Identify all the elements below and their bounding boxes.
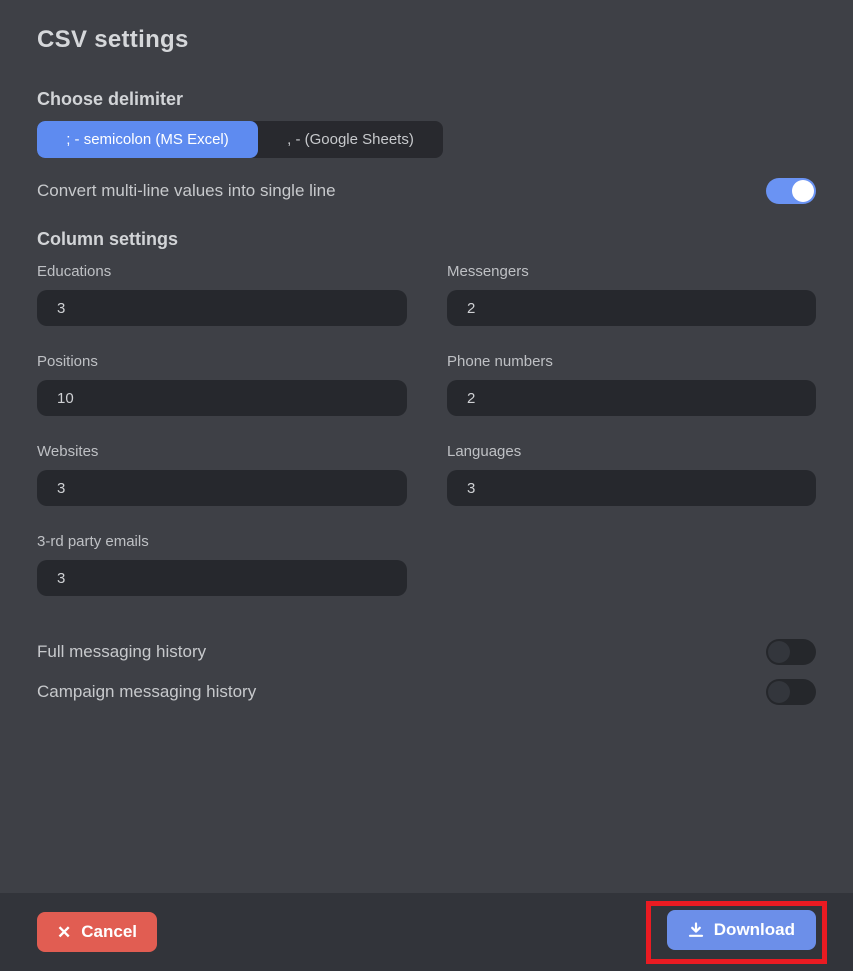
third-party-emails-label: 3-rd party emails bbox=[37, 533, 407, 550]
toggle-knob bbox=[768, 641, 790, 663]
csv-settings-dialog: CSV settings Choose delimiter ; - semico… bbox=[0, 0, 853, 712]
educations-input[interactable] bbox=[37, 290, 407, 326]
phone-numbers-label: Phone numbers bbox=[447, 353, 816, 370]
download-highlight-annotation: Download bbox=[646, 901, 827, 964]
languages-label: Languages bbox=[447, 443, 816, 460]
field-languages: Languages bbox=[447, 443, 816, 506]
history-toggles: Full messaging history Campaign messagin… bbox=[37, 632, 816, 712]
websites-input[interactable] bbox=[37, 470, 407, 506]
download-button[interactable]: Download bbox=[667, 910, 816, 950]
column-settings-heading: Column settings bbox=[37, 229, 816, 250]
convert-multiline-row: Convert multi-line values into single li… bbox=[37, 178, 816, 204]
third-party-emails-input[interactable] bbox=[37, 560, 407, 596]
full-messaging-history-toggle[interactable] bbox=[766, 639, 816, 665]
field-positions: Positions bbox=[37, 353, 407, 416]
dialog-title: CSV settings bbox=[37, 26, 816, 54]
field-phone-numbers: Phone numbers bbox=[447, 353, 816, 416]
toggle-knob bbox=[768, 681, 790, 703]
cancel-button[interactable]: ✕ Cancel bbox=[37, 912, 157, 952]
download-button-label: Download bbox=[714, 920, 795, 940]
campaign-messaging-history-row: Campaign messaging history bbox=[37, 672, 816, 712]
positions-label: Positions bbox=[37, 353, 407, 370]
educations-label: Educations bbox=[37, 263, 407, 280]
dialog-footer: ✕ Cancel Download bbox=[0, 893, 853, 971]
field-websites: Websites bbox=[37, 443, 407, 506]
positions-input[interactable] bbox=[37, 380, 407, 416]
field-third-party-emails: 3-rd party emails bbox=[37, 533, 407, 596]
convert-multiline-toggle[interactable] bbox=[766, 178, 816, 204]
phone-numbers-input[interactable] bbox=[447, 380, 816, 416]
websites-label: Websites bbox=[37, 443, 407, 460]
toggle-knob bbox=[792, 180, 814, 202]
convert-multiline-label: Convert multi-line values into single li… bbox=[37, 181, 336, 201]
full-messaging-history-row: Full messaging history bbox=[37, 632, 816, 672]
delimiter-segmented-control: ; - semicolon (MS Excel) , - (Google She… bbox=[37, 121, 443, 158]
messengers-input[interactable] bbox=[447, 290, 816, 326]
column-settings-grid: Educations Messengers Positions Phone nu… bbox=[37, 263, 816, 623]
languages-input[interactable] bbox=[447, 470, 816, 506]
cancel-button-label: Cancel bbox=[81, 922, 137, 942]
delimiter-option-semicolon[interactable]: ; - semicolon (MS Excel) bbox=[37, 121, 258, 158]
delimiter-heading: Choose delimiter bbox=[37, 89, 816, 110]
field-educations: Educations bbox=[37, 263, 407, 326]
download-icon bbox=[688, 922, 704, 938]
campaign-messaging-history-label: Campaign messaging history bbox=[37, 682, 256, 702]
field-messengers: Messengers bbox=[447, 263, 816, 326]
messengers-label: Messengers bbox=[447, 263, 816, 280]
grid-spacer bbox=[447, 533, 816, 623]
close-icon: ✕ bbox=[57, 924, 71, 941]
delimiter-option-comma[interactable]: , - (Google Sheets) bbox=[258, 121, 443, 158]
full-messaging-history-label: Full messaging history bbox=[37, 642, 206, 662]
campaign-messaging-history-toggle[interactable] bbox=[766, 679, 816, 705]
